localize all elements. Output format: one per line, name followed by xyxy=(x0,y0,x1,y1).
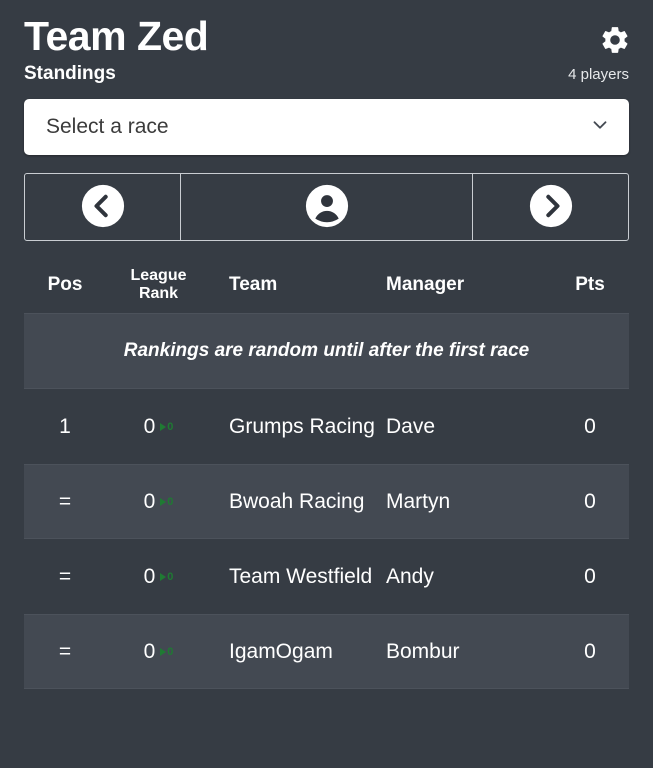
rank-change-indicator: 0 xyxy=(160,646,173,658)
row-manager: Dave xyxy=(386,414,436,438)
row-league-rank-value: 0 xyxy=(143,564,156,588)
race-nav-bar xyxy=(24,173,629,242)
triangle-right-icon xyxy=(160,422,167,431)
rank-change-value: 0 xyxy=(167,570,174,583)
row-league-rank-value: 0 xyxy=(143,639,156,663)
table-row[interactable]: = 0 0 IgamOgam Bombur 0 xyxy=(24,614,629,690)
row-league-rank-value: 0 xyxy=(143,414,156,438)
rank-change-indicator: 0 xyxy=(160,421,173,433)
table-row[interactable]: = 0 0 Team Westfield Andy 0 xyxy=(24,539,629,614)
app-header: Team Zed xyxy=(0,0,653,59)
column-header-pos: Pos xyxy=(47,274,83,296)
row-points: 0 xyxy=(584,414,596,438)
rank-change-value: 0 xyxy=(167,495,174,508)
row-team: Bwoah Racing xyxy=(229,489,365,513)
row-league-rank: 0 0 xyxy=(106,640,211,664)
rankings-notice: Rankings are random until after the firs… xyxy=(24,313,629,390)
table-row[interactable]: = 0 0 Bwoah Racing Martyn 0 xyxy=(24,464,629,540)
standings-table: Pos League Rank Team Manager Pts Ranking… xyxy=(24,257,629,690)
triangle-right-icon xyxy=(160,647,167,656)
page-title: Team Zed xyxy=(24,13,209,59)
row-points: 0 xyxy=(584,489,596,513)
row-league-rank: 0 0 xyxy=(106,490,211,514)
row-league-rank: 0 0 xyxy=(106,415,211,439)
person-icon xyxy=(304,183,350,232)
row-points: 0 xyxy=(584,564,596,588)
rank-change-value: 0 xyxy=(167,645,174,658)
standings-app: Team Zed Standings 4 players Select a ra… xyxy=(0,0,653,768)
row-position: = xyxy=(58,639,72,663)
settings-button[interactable] xyxy=(599,24,631,56)
rank-change-value: 0 xyxy=(167,420,174,433)
row-league-rank-value: 0 xyxy=(143,489,156,513)
row-position: 1 xyxy=(59,414,71,438)
row-points: 0 xyxy=(584,639,596,663)
row-team: Grumps Racing xyxy=(229,414,375,438)
next-race-button[interactable] xyxy=(473,174,628,240)
account-button[interactable] xyxy=(180,174,473,241)
row-manager: Martyn xyxy=(386,489,451,513)
standings-subheader: Standings 4 players xyxy=(0,59,653,85)
column-header-league-rank-line2: Rank xyxy=(138,285,179,303)
race-select[interactable]: Select a race xyxy=(24,99,629,156)
standings-label: Standings xyxy=(24,63,116,85)
table-row[interactable]: 1 0 0 Grumps Racing Dave 0 xyxy=(24,389,629,464)
player-count: 4 players xyxy=(568,66,629,84)
row-team: Team Westfield xyxy=(229,564,373,588)
chevron-right-icon xyxy=(528,183,574,232)
row-manager: Bombur xyxy=(386,639,460,663)
rank-change-indicator: 0 xyxy=(160,571,173,583)
row-manager: Andy xyxy=(386,564,434,588)
gear-icon xyxy=(599,27,631,59)
chevron-down-icon xyxy=(589,114,611,141)
chevron-left-icon xyxy=(80,183,126,232)
column-header-pts: Pts xyxy=(575,274,605,296)
triangle-right-icon xyxy=(160,572,167,581)
rank-change-indicator: 0 xyxy=(160,496,173,508)
column-header-manager: Manager xyxy=(386,274,465,296)
row-team: IgamOgam xyxy=(229,639,333,663)
column-header-team: Team xyxy=(229,274,278,296)
row-league-rank: 0 0 xyxy=(106,565,211,589)
row-position: = xyxy=(58,489,72,513)
table-header-row: Pos League Rank Team Manager Pts xyxy=(24,257,629,313)
triangle-right-icon xyxy=(160,497,167,506)
column-header-league-rank: League Rank xyxy=(106,267,211,304)
previous-race-button[interactable] xyxy=(25,174,180,240)
column-header-league-rank-line1: League xyxy=(130,266,187,284)
row-position: = xyxy=(58,564,72,588)
race-select-value: Select a race xyxy=(46,115,169,139)
